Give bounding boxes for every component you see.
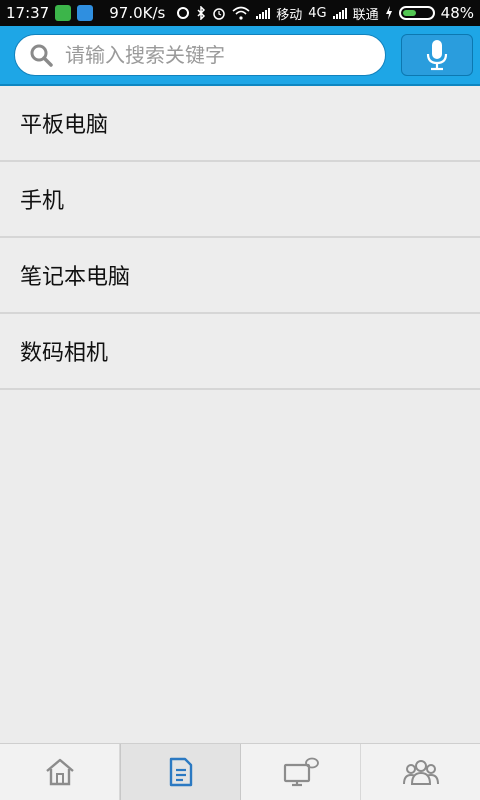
voice-search-button[interactable] [401,34,473,76]
list-item-laptop[interactable]: 笔记本电脑 [0,238,480,314]
cloud-notification-icon [77,5,94,21]
charging-icon [385,6,392,20]
search-input[interactable] [63,42,367,68]
wifi-icon [232,6,250,20]
carrier-2: 联通 [352,7,379,23]
home-icon [45,758,74,786]
search-icon [30,44,53,67]
alarm-icon [213,8,226,20]
category-list: 平板电脑 手机 笔记本电脑 数码相机 [0,86,480,390]
tv-chat-icon [283,757,319,787]
tab-tv[interactable] [241,744,361,800]
carrier-1: 移动 [276,7,303,23]
app-notification-icon [55,5,72,21]
network-type: 4G [308,5,327,21]
community-icon [402,760,439,785]
sync-icon [177,7,190,19]
list-item-phone[interactable]: 手机 [0,162,480,238]
list-item-label: 平板电脑 [20,113,109,138]
search-box[interactable] [14,34,386,76]
tab-community[interactable] [361,744,480,800]
list-item-label: 手机 [20,189,65,214]
status-time: 17:37 [6,4,50,22]
list-item-label: 笔记本电脑 [20,265,131,290]
battery-percent: 48% [440,4,474,22]
microphone-icon [426,40,448,71]
signal-strength-icon-2 [332,7,347,19]
list-item-label: 数码相机 [20,341,109,366]
list-item-tablet[interactable]: 平板电脑 [0,86,480,162]
bottom-nav [0,743,480,800]
document-icon [169,757,192,787]
battery-icon [398,6,435,20]
tab-documents[interactable] [120,744,241,800]
list-item-camera[interactable]: 数码相机 [0,314,480,390]
status-bar: 17:37 97.0K/s 移动 4G 联通 48% [0,0,480,26]
search-header [0,26,480,86]
bluetooth-icon [197,6,206,20]
tab-home[interactable] [0,744,120,800]
net-speed: 97.0K/s [109,4,166,22]
signal-strength-icon [256,7,271,19]
